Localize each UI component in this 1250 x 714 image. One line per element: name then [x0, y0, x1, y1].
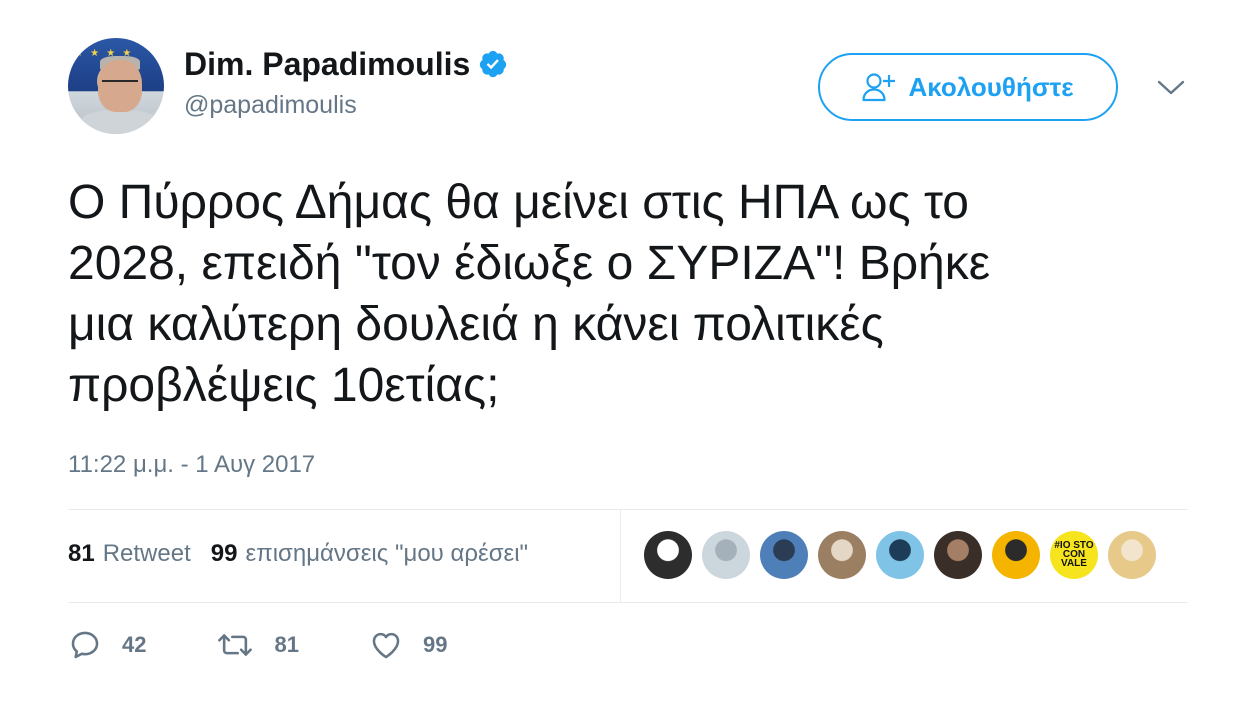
retweet-icon: [218, 634, 253, 656]
like-count: 99: [422, 632, 448, 657]
follow-button[interactable]: Ακολουθήστε: [818, 53, 1118, 121]
stats-bottom-divider: [68, 602, 1188, 603]
liker-avatars: #IO STO CON VALE: [644, 531, 1156, 579]
heart-icon: [372, 632, 400, 659]
tweet-card: ★ ★ ★ ★ Dim. Papadimoulis @papadimoulis …: [0, 0, 1250, 714]
iostoconvale-avatar[interactable]: #IO STO CON VALE: [1050, 531, 1098, 579]
retweet-stat-label: Retweet: [102, 540, 191, 567]
retweet-stat-count: 81: [68, 540, 95, 567]
reply-icon: [71, 631, 99, 659]
author-name-row[interactable]: Dim. Papadimoulis: [184, 46, 508, 82]
chevron-down-icon[interactable]: [1156, 76, 1186, 100]
stats-top-divider: [68, 509, 1188, 510]
like-action[interactable]: 99: [369, 628, 447, 662]
retweet-stat[interactable]: 81 Retweet: [68, 540, 191, 568]
retweet-action[interactable]: 81: [216, 628, 299, 662]
like-stat[interactable]: 99 επισημάνσεις "μου αρέσει": [211, 540, 528, 568]
tweet-actions: 42 81 99: [68, 628, 517, 662]
author-screen-name[interactable]: @papadimoulis: [184, 91, 357, 120]
tweet-stats: 81 Retweet 99 επισημάνσεις "μου αρέσει": [68, 540, 528, 568]
avatar-suit: [78, 110, 162, 134]
tweet-timestamp[interactable]: 11:22 μ.μ. - 1 Αυγ 2017: [68, 451, 315, 479]
tweet-text: Ο Πύρρος Δήμας θα μείνει στις ΗΠΑ ως το …: [68, 176, 991, 412]
author-avatar[interactable]: ★ ★ ★ ★: [68, 38, 164, 134]
reply-action[interactable]: 42: [68, 628, 146, 662]
man-avatar[interactable]: [934, 531, 982, 579]
coast-avatar[interactable]: [760, 531, 808, 579]
iostoconvale-avatar-label: #IO STO CON VALE: [1054, 540, 1094, 569]
verified-badge-icon: [480, 50, 507, 78]
default-avatar[interactable]: [702, 531, 750, 579]
husky-avatar[interactable]: [644, 531, 692, 579]
add-user-icon: [862, 73, 896, 102]
author-display-name[interactable]: Dim. Papadimoulis: [184, 46, 470, 82]
room-avatar[interactable]: [818, 531, 866, 579]
avatar-glasses: [102, 80, 138, 90]
blonde-avatar[interactable]: [1108, 531, 1156, 579]
like-stat-count: 99: [210, 540, 238, 567]
retweet-count: 81: [274, 632, 299, 657]
sunglasses-avatar[interactable]: [876, 531, 924, 579]
stats-vertical-divider: [620, 510, 621, 602]
reply-count: 42: [122, 632, 147, 657]
woman-avatar[interactable]: [992, 531, 1040, 579]
like-stat-label: επισημάνσεις "μου αρέσει": [245, 540, 529, 567]
follow-button-label: Ακολουθήστε: [908, 71, 1074, 102]
